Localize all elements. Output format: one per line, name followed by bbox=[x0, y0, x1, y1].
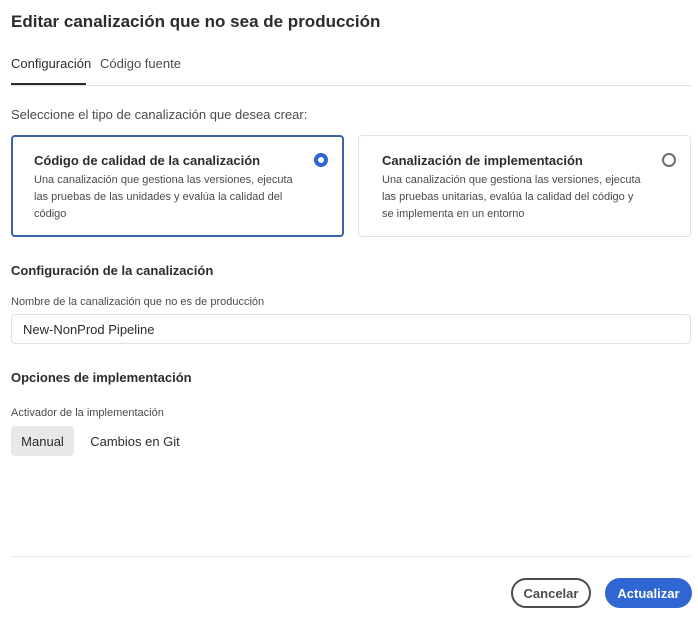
trigger-manual-button[interactable]: Manual bbox=[11, 426, 74, 456]
trigger-git-changes-button[interactable]: Cambios en Git bbox=[80, 426, 190, 456]
pipeline-type-card-code-quality[interactable]: Código de calidad de la canalización Una… bbox=[11, 135, 344, 237]
tab-codigo-fuente[interactable]: Código fuente bbox=[100, 56, 181, 71]
footer-divider bbox=[11, 556, 691, 557]
pipeline-type-prompt: Seleccione el tipo de canalización que d… bbox=[11, 107, 308, 122]
active-tab-indicator bbox=[11, 83, 86, 85]
deployment-trigger-label: Activador de la implementación bbox=[11, 407, 164, 419]
pipeline-name-input[interactable] bbox=[11, 314, 691, 344]
pipeline-config-heading: Configuración de la canalización bbox=[11, 263, 214, 278]
card-description: Una canalización que gestiona las versio… bbox=[382, 174, 641, 220]
dialog-title: Editar canalización que no sea de produc… bbox=[11, 12, 381, 31]
card-title: Código de calidad de la canalización bbox=[34, 153, 261, 168]
cancel-button[interactable]: Cancelar bbox=[511, 578, 591, 608]
radio-unselected-icon[interactable] bbox=[662, 153, 676, 167]
tab-bar: Configuración Código fuente bbox=[11, 52, 691, 86]
card-description: Una canalización que gestiona las versio… bbox=[34, 174, 293, 220]
deployment-options-heading: Opciones de implementación bbox=[11, 370, 192, 385]
card-title: Canalización de implementación bbox=[382, 153, 583, 168]
update-button[interactable]: Actualizar bbox=[605, 578, 692, 608]
tab-configuracion[interactable]: Configuración bbox=[11, 56, 91, 71]
radio-selected-icon[interactable] bbox=[314, 153, 328, 167]
pipeline-name-label: Nombre de la canalización que no es de p… bbox=[11, 296, 265, 308]
pipeline-type-card-deployment[interactable]: Canalización de implementación Una canal… bbox=[358, 135, 691, 237]
